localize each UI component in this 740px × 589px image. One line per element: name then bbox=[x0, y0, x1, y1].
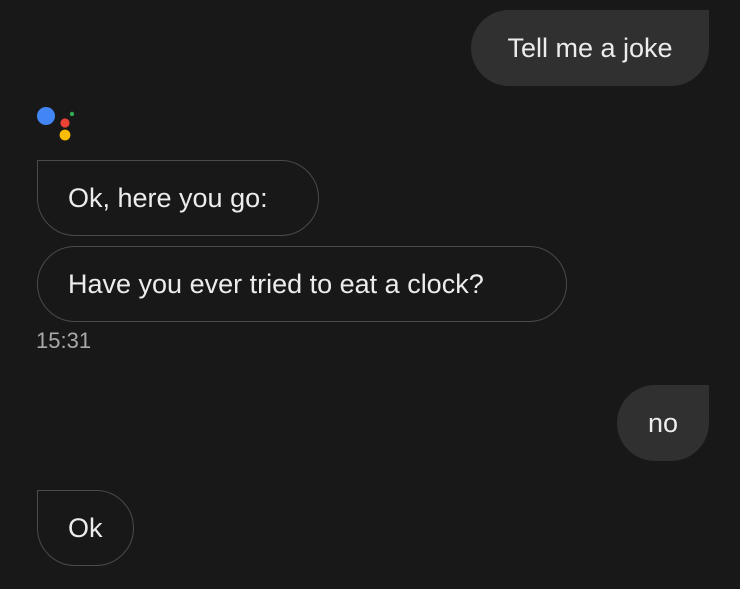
chat-screen: Tell me a joke Ok, here you go: Have you… bbox=[0, 0, 740, 589]
user-message-bubble[interactable]: Tell me a joke bbox=[471, 10, 709, 86]
message-timestamp: 15:31 bbox=[36, 328, 92, 353]
user-message-bubble[interactable]: no bbox=[617, 385, 709, 461]
google-assistant-icon bbox=[34, 102, 80, 148]
assistant-message-bubble[interactable]: Ok bbox=[37, 490, 134, 566]
assistant-message-bubble[interactable]: Ok, here you go: bbox=[37, 160, 319, 236]
assistant-message-bubble[interactable]: Have you ever tried to eat a clock? bbox=[37, 246, 567, 322]
